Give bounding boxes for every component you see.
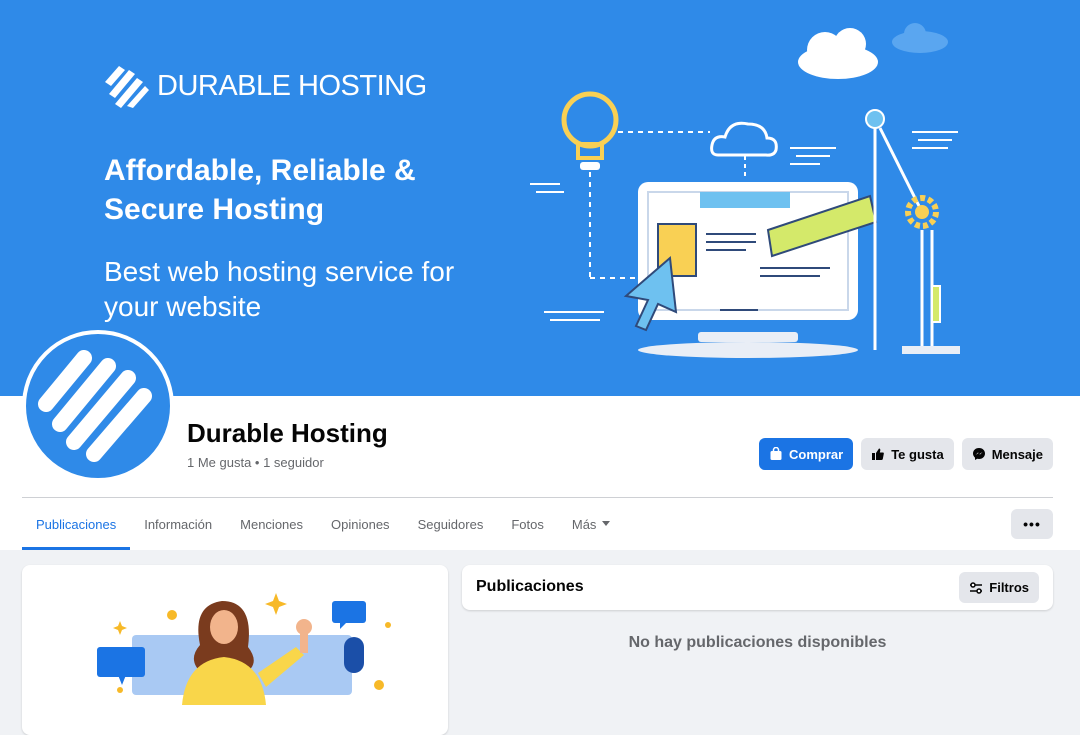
tab-label: Fotos xyxy=(511,516,544,532)
brand-stripes-icon xyxy=(105,66,149,108)
page-stats[interactable]: 1 Me gusta • 1 seguidor xyxy=(187,455,324,470)
tab-seguidores[interactable]: Seguidores xyxy=(404,498,498,550)
tab-label: Información xyxy=(144,516,213,532)
cover-brand-logo: DURABLE HOSTING xyxy=(103,64,427,108)
page-actions: Comprar Te gusta Mensaje xyxy=(759,438,1053,470)
sliders-icon xyxy=(970,581,983,594)
page-title: Durable Hosting xyxy=(187,418,388,448)
cover-subline: Best web hosting service for your websit… xyxy=(104,256,455,322)
messenger-icon xyxy=(972,448,985,460)
tab-label: Publicaciones xyxy=(36,516,117,532)
posts-title: Publicaciones xyxy=(476,578,584,595)
tab-mas[interactable]: Más xyxy=(558,498,625,550)
hosting-illustration xyxy=(530,23,960,358)
buy-button[interactable]: Comprar xyxy=(759,438,854,470)
tab-menciones[interactable]: Menciones xyxy=(226,498,317,550)
thumbs-up-icon xyxy=(872,448,885,460)
tab-informacion[interactable]: Información xyxy=(130,498,226,550)
more-options-button[interactable]: ••• xyxy=(1011,509,1053,539)
shopping-bag-icon xyxy=(770,447,782,460)
page-avatar[interactable] xyxy=(22,330,174,482)
intro-card xyxy=(22,565,448,735)
tab-label: Menciones xyxy=(240,516,304,532)
message-button-label: Mensaje xyxy=(991,446,1043,462)
filters-button[interactable]: Filtros xyxy=(959,572,1039,603)
tab-fotos[interactable]: Fotos xyxy=(497,498,558,550)
page-tabs: Publicaciones Información Menciones Opin… xyxy=(22,498,624,550)
tab-opiniones[interactable]: Opiniones xyxy=(317,498,404,550)
like-button-label: Te gusta xyxy=(891,446,944,462)
tab-label: Opiniones xyxy=(331,516,390,532)
cover-photo[interactable]: DURABLE HOSTING Affordable, Reliable & S… xyxy=(0,0,1080,396)
cover-brand-name: DURABLE HOSTING xyxy=(157,69,427,102)
cover-tagline: Affordable, Reliable & Secure Hosting xyxy=(104,154,416,226)
message-button[interactable]: Mensaje xyxy=(961,438,1053,470)
filters-button-label: Filtros xyxy=(989,580,1029,595)
empty-posts-message: No hay publicaciones disponibles xyxy=(628,634,887,651)
brand-stripes-icon xyxy=(38,350,152,462)
buy-button-label: Comprar xyxy=(789,446,844,462)
tab-label: Más xyxy=(571,516,597,532)
caret-down-icon xyxy=(602,521,611,526)
welcome-illustration xyxy=(97,593,391,705)
posts-header-card: Publicaciones Filtros xyxy=(462,565,1053,610)
tab-publicaciones[interactable]: Publicaciones xyxy=(22,498,131,550)
tab-label: Seguidores xyxy=(417,516,484,532)
like-button[interactable]: Te gusta xyxy=(861,438,954,470)
